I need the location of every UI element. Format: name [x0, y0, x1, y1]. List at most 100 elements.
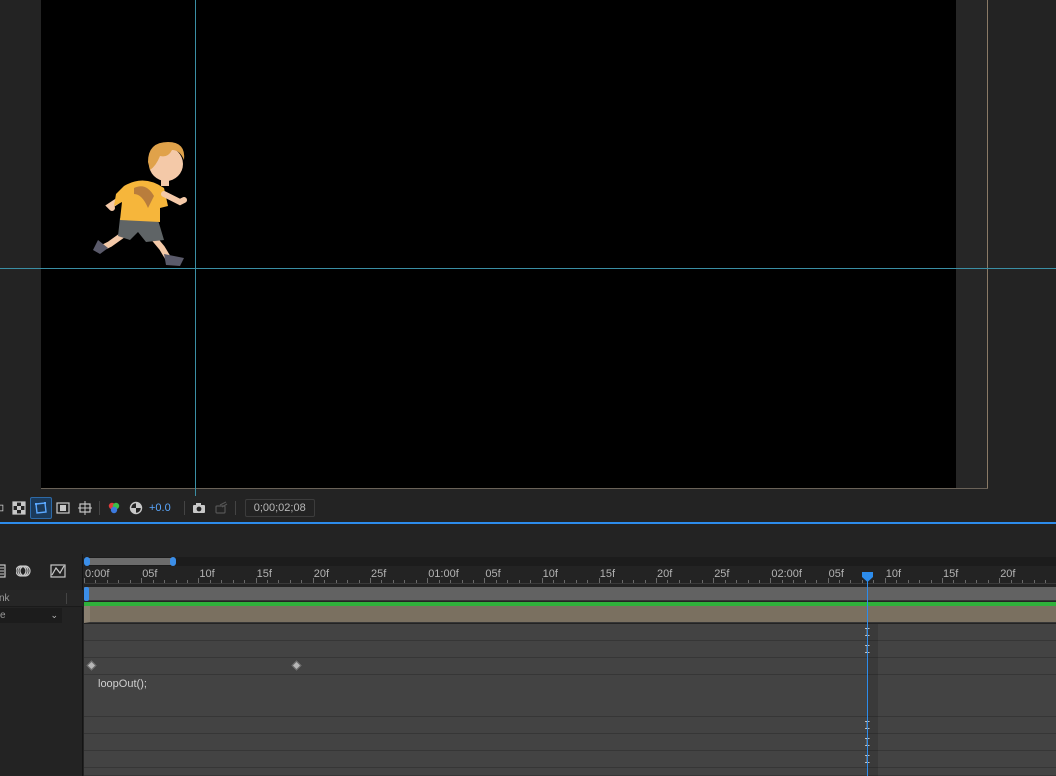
ruler-minor-tick [461, 580, 463, 583]
layer-mode-row: e ⌄ [0, 607, 83, 624]
ruler-minor-tick [358, 580, 360, 583]
snapshot-camera-icon[interactable] [188, 497, 210, 519]
ruler-tick [656, 578, 657, 583]
property-track-row[interactable] [84, 734, 1056, 751]
chevron-down-icon: ⌄ [50, 610, 58, 620]
ruler-tick [713, 578, 715, 583]
ruler-minor-tick [1010, 580, 1012, 583]
ruler-minor-tick [987, 580, 989, 583]
layer-column-header[interactable]: nk [0, 590, 83, 607]
ruler-minor-tick [530, 580, 532, 583]
transparency-grid-icon[interactable] [8, 497, 30, 519]
ruler-minor-tick [564, 580, 566, 583]
running-boy-layer[interactable] [88, 136, 198, 276]
ruler-minor-tick [175, 580, 177, 583]
ruler-minor-tick [507, 580, 509, 583]
ruler-minor-tick [1022, 580, 1024, 583]
ruler-minor-tick [816, 580, 818, 583]
exposure-value[interactable]: +0.0 [149, 502, 171, 514]
ruler-minor-tick [678, 580, 680, 583]
time-ruler[interactable]: 0:00f 05f 10f 15f 20f 25f 01:00f 05f 10f 15f 20f 25… [84, 566, 1056, 584]
ruler-tick [999, 578, 1001, 583]
property-track-row[interactable] [84, 624, 1056, 641]
ruler-minor-tick [289, 580, 291, 583]
ruler-minor-tick [553, 580, 555, 583]
ruler-minor-tick [839, 580, 841, 583]
ruler-minor-tick [964, 580, 966, 583]
ruler-label: 05f [828, 568, 844, 580]
current-time-indicator-head[interactable] [862, 572, 873, 582]
ruler-minor-tick [347, 580, 349, 583]
ruler-minor-tick [438, 580, 440, 583]
ruler-minor-tick [930, 580, 932, 583]
ruler-label: 25f [371, 568, 387, 580]
ruler-tick [484, 578, 486, 583]
ruler-tick [884, 578, 886, 583]
ruler-minor-tick [221, 580, 223, 583]
exposure-reset-icon[interactable] [125, 497, 147, 519]
ruler-minor-tick [587, 580, 589, 583]
ruler-tick [942, 578, 943, 583]
blend-mode-dropdown[interactable]: e ⌄ [0, 608, 62, 623]
ruler-minor-tick [919, 580, 921, 583]
composition-viewer[interactable] [0, 0, 1056, 496]
property-track-row[interactable] [84, 641, 1056, 658]
region-of-interest-icon[interactable] [0, 497, 8, 519]
ruler-minor-tick [106, 580, 108, 583]
ruler-minor-tick [95, 580, 97, 583]
ruler-label: 15f [943, 568, 959, 580]
work-area-range[interactable] [86, 558, 173, 565]
keyframe-marker[interactable] [291, 660, 302, 671]
ruler-label: 05f [485, 568, 501, 580]
color-channels-icon[interactable] [103, 497, 125, 519]
property-track-row[interactable] [84, 717, 1056, 734]
keyframe-marker[interactable] [86, 660, 97, 671]
show-snapshot-icon[interactable] [210, 497, 232, 519]
ruler-minor-tick [667, 580, 669, 583]
ruler-minor-tick [758, 580, 760, 583]
ruler-label: 05f [142, 568, 158, 580]
ruler-label: 02:00f [771, 568, 802, 580]
expression-text[interactable]: loopOut(); [98, 678, 147, 690]
ruler-tick [198, 578, 200, 583]
ruler-minor-tick [244, 580, 246, 583]
ruler-label: 20f [313, 568, 330, 580]
ruler-minor-tick [404, 580, 406, 583]
property-track-row[interactable] [84, 751, 1056, 768]
ruler-label: 01:00f [428, 568, 459, 580]
target-icon[interactable] [74, 497, 96, 519]
current-time-display[interactable]: 0;00;02;08 [244, 499, 315, 517]
ruler-minor-tick [644, 580, 646, 583]
ruler-minor-tick [610, 580, 612, 583]
property-track-row[interactable] [84, 768, 1056, 776]
layer-outline-column: nk e ⌄ [0, 554, 83, 776]
ruler-label: 10f [885, 568, 902, 580]
ruler-label: 25f [714, 568, 730, 580]
work-area-end-handle[interactable] [170, 557, 176, 566]
expression-field[interactable]: loopOut(); [84, 675, 1056, 717]
ruler-minor-tick [129, 580, 131, 583]
ruler-label: 15f [256, 568, 272, 580]
title-safe-icon[interactable] [52, 497, 74, 519]
ruler-minor-tick [701, 580, 703, 583]
ruler-minor-tick [1044, 580, 1046, 583]
composition-bar[interactable] [84, 587, 1056, 601]
current-time-indicator[interactable] [867, 576, 868, 776]
graph-editor-icon[interactable] [48, 562, 68, 580]
layer-in-point-handle[interactable] [84, 587, 89, 601]
work-area-start-handle[interactable] [84, 557, 90, 566]
motion-blur-icon[interactable] [14, 562, 34, 580]
toolbar-separator [99, 501, 100, 515]
work-area-bar[interactable] [84, 557, 1056, 566]
ruler-minor-tick [381, 580, 383, 583]
ruler-minor-tick [324, 580, 326, 583]
ruler-minor-tick [450, 580, 452, 583]
mask-path-icon[interactable] [30, 497, 52, 519]
timeline-tracks[interactable]: 0:00f 05f 10f 15f 20f 25f 01:00f 05f 10f 15f 20f 25… [84, 554, 1056, 776]
keyframe-track-row[interactable] [84, 658, 1056, 675]
ruler-minor-tick [518, 580, 520, 583]
layer-duration-bar[interactable] [84, 606, 1056, 623]
ruler-minor-tick [186, 580, 188, 583]
layer-switches-icon[interactable] [0, 562, 6, 580]
ruler-label: 10f [199, 568, 215, 580]
